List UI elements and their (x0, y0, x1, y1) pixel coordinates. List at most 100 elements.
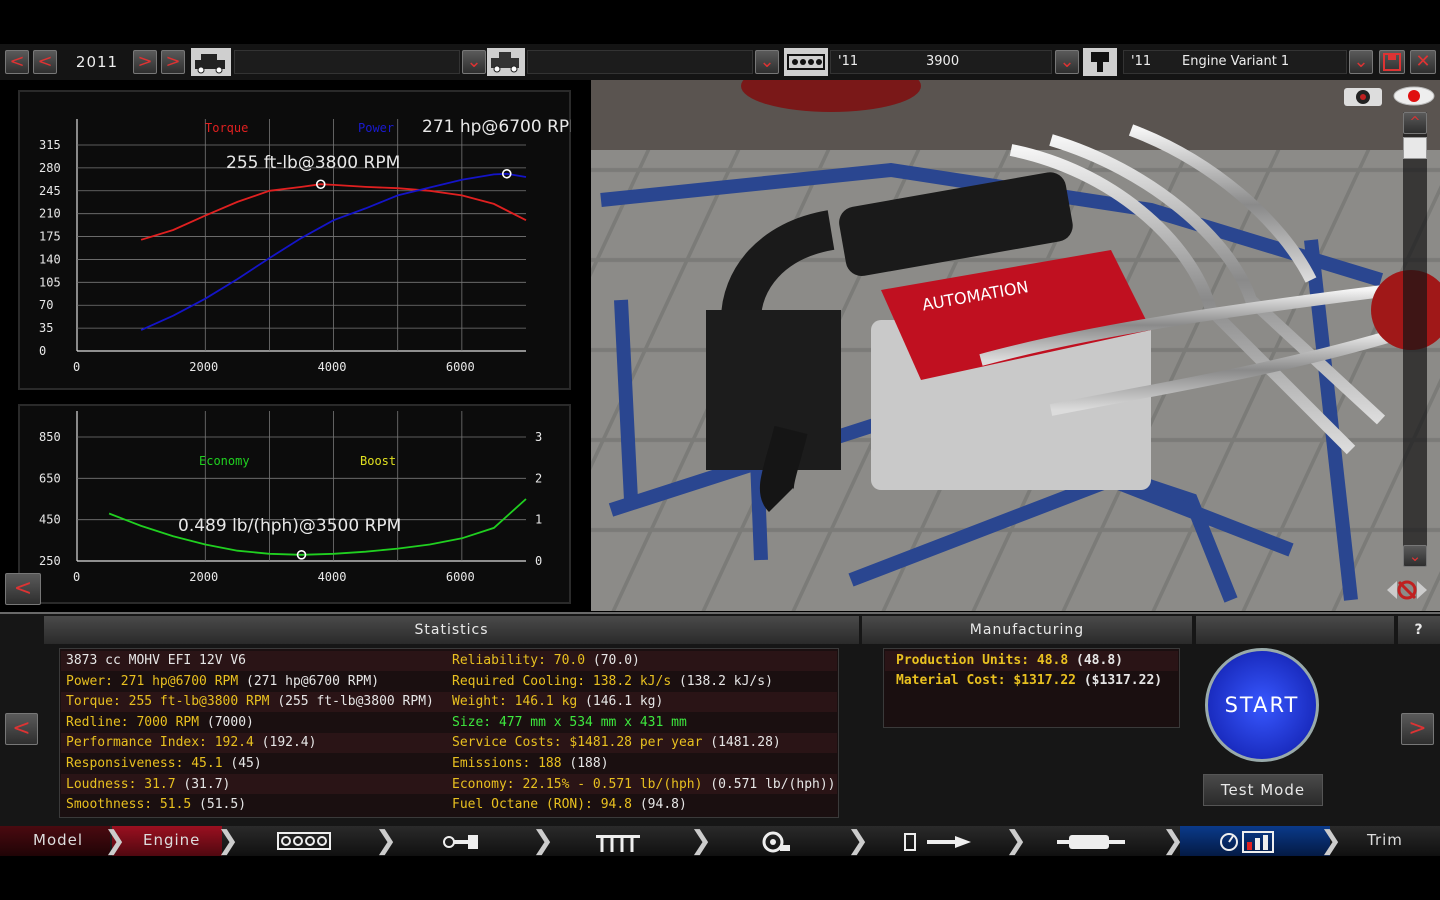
stats-next-button[interactable]: > (1401, 713, 1434, 745)
stat-left-key: Torque: 255 ft-lb@3800 RPM (66, 694, 270, 710)
fuel-system-icon[interactable] (903, 830, 973, 854)
nav-engine[interactable]: Engine (143, 826, 200, 856)
power-chart-x-tick-label: 4000 (318, 360, 347, 374)
stat-left-row: Power: 271 hp@6700 RPM (271 hp@6700 RPM) (66, 672, 379, 692)
stat-right-key: Weight: 146.1 kg (452, 694, 578, 710)
chevron-right-icon: ❯ (532, 826, 554, 856)
stat-right-row: Required Cooling: 138.2 kJ/s (138.2 kJ/s… (452, 672, 773, 692)
engine-render: AUTOMATION (591, 80, 1440, 611)
stat-left-key: Loudness: 31.7 (66, 776, 176, 792)
stat-right-key: Reliability: 70.0 (452, 653, 586, 668)
economy-chart-x-tick-label: 2000 (189, 570, 218, 584)
collapse-charts-button[interactable]: < (5, 573, 41, 605)
car-trim-select[interactable] (527, 50, 753, 74)
visibility-eye-icon[interactable] (1392, 84, 1436, 108)
car-model-select[interactable] (234, 50, 460, 74)
engine-family-year: '11 (838, 54, 859, 69)
year-next-button[interactable]: > (133, 50, 157, 74)
chevron-right-icon: ❯ (690, 826, 712, 856)
economy-chart-x-tick-label: 6000 (446, 570, 475, 584)
car-model-dropdown-button[interactable]: ⌄ (462, 50, 486, 74)
year-prev-fast-button[interactable]: < (5, 50, 29, 74)
stat-left-row: 3873 cc MOHV EFI 12V V6 (66, 651, 246, 671)
stat-left-value: (51.5) (191, 797, 247, 813)
nav-model[interactable]: Model (33, 826, 83, 856)
engine-block-icon[interactable] (276, 830, 332, 852)
stat-right-value: (0.571 lb/(hph)) (702, 776, 836, 792)
economy-min-label: 0.489 lb/(hph)@3500 RPM (178, 516, 401, 536)
zoom-up-button[interactable]: ^ (1403, 112, 1427, 134)
zoom-slider-track[interactable] (1403, 112, 1427, 566)
stat-left-row: Performance Index: 192.4 (192.4) (66, 733, 316, 753)
camera-icon[interactable] (1342, 84, 1384, 108)
turbo-icon[interactable] (760, 830, 792, 854)
close-icon[interactable]: ✕ (1410, 50, 1436, 74)
manufacturing-row: Production Units: 48.8 (48.8) (896, 651, 1123, 671)
engine-results-icon[interactable] (1219, 830, 1277, 854)
power-chart-y-tick-label: 245 (39, 184, 61, 198)
power-chart-x-tick-label: 0 (73, 360, 80, 374)
engine-family-dropdown-button[interactable]: ⌄ (1055, 50, 1079, 74)
power-chart-x-tick-label: 2000 (189, 360, 218, 374)
stat-left-title: 3873 cc MOHV EFI 12V V6 (66, 653, 247, 668)
stat-left-value: (45) (222, 756, 262, 771)
engine-variant-dropdown-button[interactable]: ⌄ (1349, 50, 1373, 74)
economy-chart-y2-tick-label: 1 (535, 513, 542, 527)
stat-left-row: Smoothness: 51.5 (51.5) (66, 795, 246, 815)
power-chart-y-tick-label: 0 (39, 344, 46, 358)
car-trim-dropdown-button[interactable]: ⌄ (755, 50, 779, 74)
stat-left-value: (31.7) (175, 776, 231, 792)
power-peak-label: 271 hp@6700 RPM (422, 117, 571, 137)
exhaust-icon[interactable] (1055, 832, 1127, 852)
stat-right-key: Economy: 22.15% - 0.571 lb/(hph) (452, 776, 703, 792)
piston-icon (1083, 48, 1117, 76)
power-chart-y-tick-label: 210 (39, 207, 61, 221)
stat-right-key: Fuel Octane (RON): 94.8 (452, 797, 633, 813)
intake-manifold-icon[interactable] (594, 830, 642, 854)
economy-chart-x-tick-label: 4000 (318, 570, 347, 584)
year-next-fast-button[interactable]: > (161, 50, 185, 74)
engine-family-select[interactable]: '11 3900 (830, 50, 1052, 74)
manufacturing-row: Material Cost: $1317.22 ($1317.22) (896, 671, 1162, 691)
car-model-icon (191, 48, 231, 76)
save-icon[interactable] (1379, 50, 1405, 74)
stat-right-value: (1481.28) (702, 735, 781, 751)
engine-variant-select[interactable]: '11 Engine Variant 1 (1123, 50, 1347, 74)
stat-right-value: (138.2 kJ/s) (671, 673, 773, 689)
stat-left-value: (7000) (199, 714, 254, 730)
test-mode-button[interactable]: Test Mode (1203, 774, 1323, 806)
economy-chart-x-tick-label: 0 (73, 570, 80, 584)
start-button[interactable]: START (1205, 648, 1319, 762)
zoom-slider-handle[interactable] (1403, 137, 1427, 159)
chevron-right-icon: ❯ (1162, 826, 1184, 856)
stat-right-row: Weight: 146.1 kg (146.1 kg) (452, 692, 663, 712)
car-trim-icon (487, 48, 525, 76)
statistics-header: Statistics (44, 616, 859, 644)
stats-prev-button[interactable]: < (5, 713, 38, 745)
help-button[interactable]: ? (1398, 616, 1440, 644)
reset-view-icon[interactable] (1385, 575, 1429, 605)
power-chart-y-tick-label: 140 (39, 252, 61, 266)
economy-chart-y2-tick-label: 0 (535, 554, 542, 568)
crankshaft-icon[interactable] (442, 832, 482, 852)
stat-left-row: Torque: 255 ft-lb@3800 RPM (255 ft-lb@38… (66, 692, 434, 712)
stat-left-value: (255 ft-lb@3800 RPM) (269, 694, 434, 710)
stat-right-key: Service Costs: $1481.28 per year (452, 735, 703, 751)
stat-right-value: (146.1 kg) (577, 694, 664, 710)
torque-legend-label: Torque (205, 121, 248, 135)
zoom-down-button[interactable]: ⌄ (1403, 545, 1427, 567)
stat-right-row: Emissions: 188 (188) (452, 754, 609, 774)
stat-right-key: Size: 477 mm x 534 mm x 431 mm (452, 714, 687, 730)
chevron-right-icon: ❯ (217, 826, 239, 856)
nav-trim[interactable]: Trim (1367, 826, 1403, 856)
power-chart-y-tick-label: 70 (39, 298, 53, 312)
engine-3d-viewport[interactable]: AUTOMATION (591, 80, 1440, 611)
stat-right-value: (94.8) (632, 797, 687, 813)
power-legend-label: Power (358, 121, 394, 135)
stat-left-value: (271 hp@6700 RPM) (238, 673, 380, 689)
economy-legend-label: Economy (199, 454, 250, 468)
power-chart-y-tick-label: 315 (39, 138, 61, 152)
manufacturing-key: Material Cost: $1317.22 (896, 673, 1077, 688)
year-prev-button[interactable]: < (33, 50, 57, 74)
stat-right-row: Economy: 22.15% - 0.571 lb/(hph) (0.571 … (452, 775, 836, 795)
